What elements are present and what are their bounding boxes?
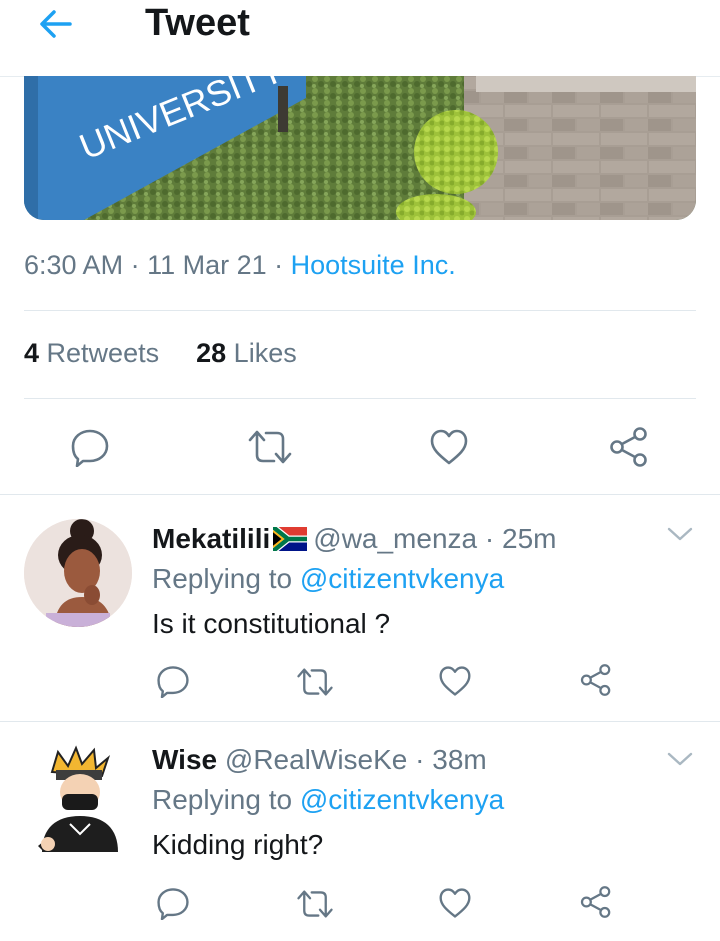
divider <box>24 310 696 311</box>
like-icon[interactable] <box>429 428 469 466</box>
avatar[interactable] <box>24 744 132 852</box>
chevron-down-icon[interactable] <box>666 750 694 773</box>
retweet-icon[interactable] <box>296 888 334 920</box>
south-africa-flag-icon <box>271 524 308 558</box>
reply-icon[interactable] <box>156 664 190 698</box>
retweet-icon[interactable] <box>296 666 334 698</box>
app-header: Tweet <box>0 0 720 77</box>
chevron-down-icon[interactable] <box>666 525 694 548</box>
tweet-media-image[interactable]: UNIVERSITY OF <box>24 76 696 220</box>
user-handle[interactable]: @wa_menza <box>313 523 477 554</box>
mention-link[interactable]: @citizentvkenya <box>300 784 504 815</box>
reply-tweet[interactable]: Mekatilili @wa_menza · 25m Replying to @c… <box>0 495 720 721</box>
like-icon[interactable] <box>438 887 472 919</box>
like-icon[interactable] <box>438 665 472 697</box>
mention-link[interactable]: @citizentvkenya <box>300 563 504 594</box>
page-title: Tweet <box>145 2 250 44</box>
tweet-time: 6:30 AM <box>24 250 124 280</box>
user-handle[interactable]: @RealWiseKe <box>225 744 407 775</box>
retweet-icon[interactable] <box>247 428 293 466</box>
share-icon[interactable] <box>580 885 612 919</box>
tweet-source-link[interactable]: Hootsuite Inc. <box>291 250 456 280</box>
reply-icon[interactable] <box>156 886 190 920</box>
share-icon[interactable] <box>580 663 612 697</box>
display-name[interactable]: Wise <box>152 744 217 775</box>
share-icon[interactable] <box>609 426 649 468</box>
arrow-left-icon[interactable] <box>34 6 78 42</box>
likes-count: 28 <box>196 338 227 368</box>
replying-to: Replying to @citizentvkenya <box>152 784 505 815</box>
display-name[interactable]: Mekatilili <box>152 523 270 554</box>
replying-to: Replying to @citizentvkenya <box>152 563 505 594</box>
retweets-link[interactable]: 4 Retweets <box>24 338 159 368</box>
tweet-date: 11 Mar 21 <box>147 250 267 280</box>
reply-time: 25m <box>502 523 557 554</box>
reply-text: Kidding right? <box>152 829 324 860</box>
tweet-stats: 4 Retweets 28 Likes <box>24 338 297 369</box>
reply-header: Mekatilili @wa_menza · 25m <box>152 523 556 558</box>
reply-header: Wise @RealWiseKe · 38m <box>152 744 487 775</box>
reply-icon[interactable] <box>70 427 110 467</box>
likes-link[interactable]: 28 Likes <box>196 338 297 368</box>
avatar[interactable] <box>24 519 132 627</box>
divider <box>24 398 696 399</box>
reply-time: 38m <box>432 744 487 775</box>
tweet-timestamp: 6:30 AM · 11 Mar 21 · Hootsuite Inc. <box>24 250 456 280</box>
reply-tweet[interactable]: Wise @RealWiseKe · 38m Replying to @citi… <box>0 722 720 941</box>
retweets-count: 4 <box>24 338 40 368</box>
reply-text: Is it constitutional ? <box>152 608 391 639</box>
